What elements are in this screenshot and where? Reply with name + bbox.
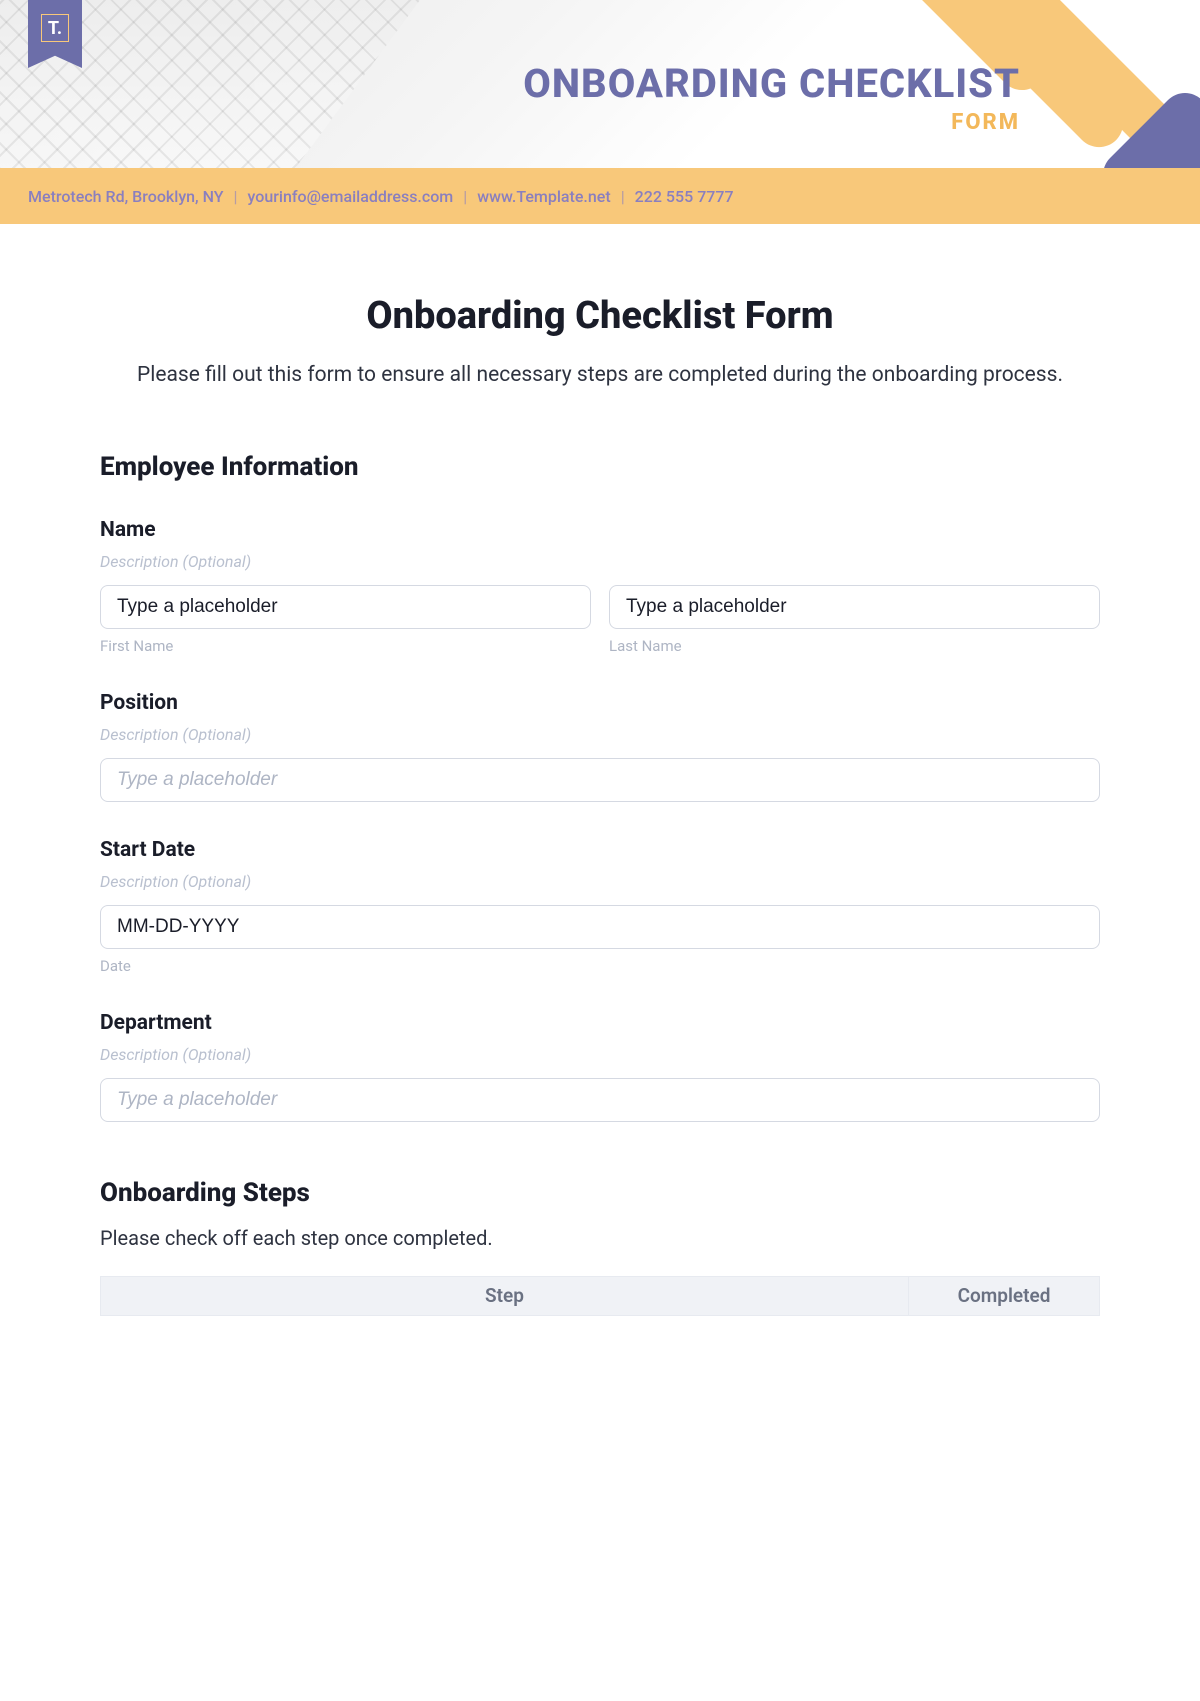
column-header-completed: Completed [909, 1277, 1099, 1315]
sublabel-date: Date [100, 957, 1100, 975]
field-start-date: Start Date Description (Optional) Date [100, 838, 1100, 975]
separator: | [621, 187, 625, 206]
desc-department: Description (Optional) [100, 1045, 1100, 1064]
separator: | [234, 187, 238, 206]
position-input[interactable] [100, 758, 1100, 802]
sublabel-first-name: First Name [100, 637, 591, 655]
sublabel-last-name: Last Name [609, 637, 1100, 655]
label-name: Name [100, 518, 1100, 542]
header-title-main: ONBOARDING CHECKLIST [523, 64, 1020, 104]
label-position: Position [100, 691, 1100, 715]
desc-name: Description (Optional) [100, 552, 1100, 571]
section-onboarding-steps-title: Onboarding Steps [100, 1178, 1100, 1208]
label-start-date: Start Date [100, 838, 1100, 862]
column-header-step: Step [101, 1277, 909, 1315]
contact-info: Metrotech Rd, Brooklyn, NY | yourinfo@em… [0, 168, 1200, 224]
steps-table-header: Step Completed [100, 1276, 1100, 1316]
field-name: Name Description (Optional) First Name L… [100, 518, 1100, 655]
page-description: Please fill out this form to ensure all … [100, 360, 1100, 392]
start-date-input[interactable] [100, 905, 1100, 949]
page-title: Onboarding Checklist Form [100, 294, 1100, 338]
contact-email: yourinfo@emailaddress.com [248, 187, 454, 206]
header-title-sub: FORM [523, 110, 1020, 135]
department-input[interactable] [100, 1078, 1100, 1122]
document-header: T. ONBOARDING CHECKLIST FORM Metrotech R… [0, 0, 1200, 224]
contact-phone: 222 555 7777 [635, 187, 734, 206]
label-department: Department [100, 1011, 1100, 1035]
section-employee-info-title: Employee Information [100, 452, 1100, 482]
desc-position: Description (Optional) [100, 725, 1100, 744]
separator: | [463, 187, 467, 206]
field-department: Department Description (Optional) [100, 1011, 1100, 1122]
field-position: Position Description (Optional) [100, 691, 1100, 802]
contact-website: www.Template.net [477, 187, 610, 206]
section-onboarding-steps-desc: Please check off each step once complete… [100, 1226, 1100, 1250]
contact-address: Metrotech Rd, Brooklyn, NY [28, 187, 224, 206]
last-name-input[interactable] [609, 585, 1100, 629]
desc-start-date: Description (Optional) [100, 872, 1100, 891]
page-body: Onboarding Checklist Form Please fill ou… [0, 224, 1200, 1356]
first-name-input[interactable] [100, 585, 591, 629]
logo-text: T. [41, 14, 69, 42]
header-title-block: ONBOARDING CHECKLIST FORM [523, 64, 1020, 135]
